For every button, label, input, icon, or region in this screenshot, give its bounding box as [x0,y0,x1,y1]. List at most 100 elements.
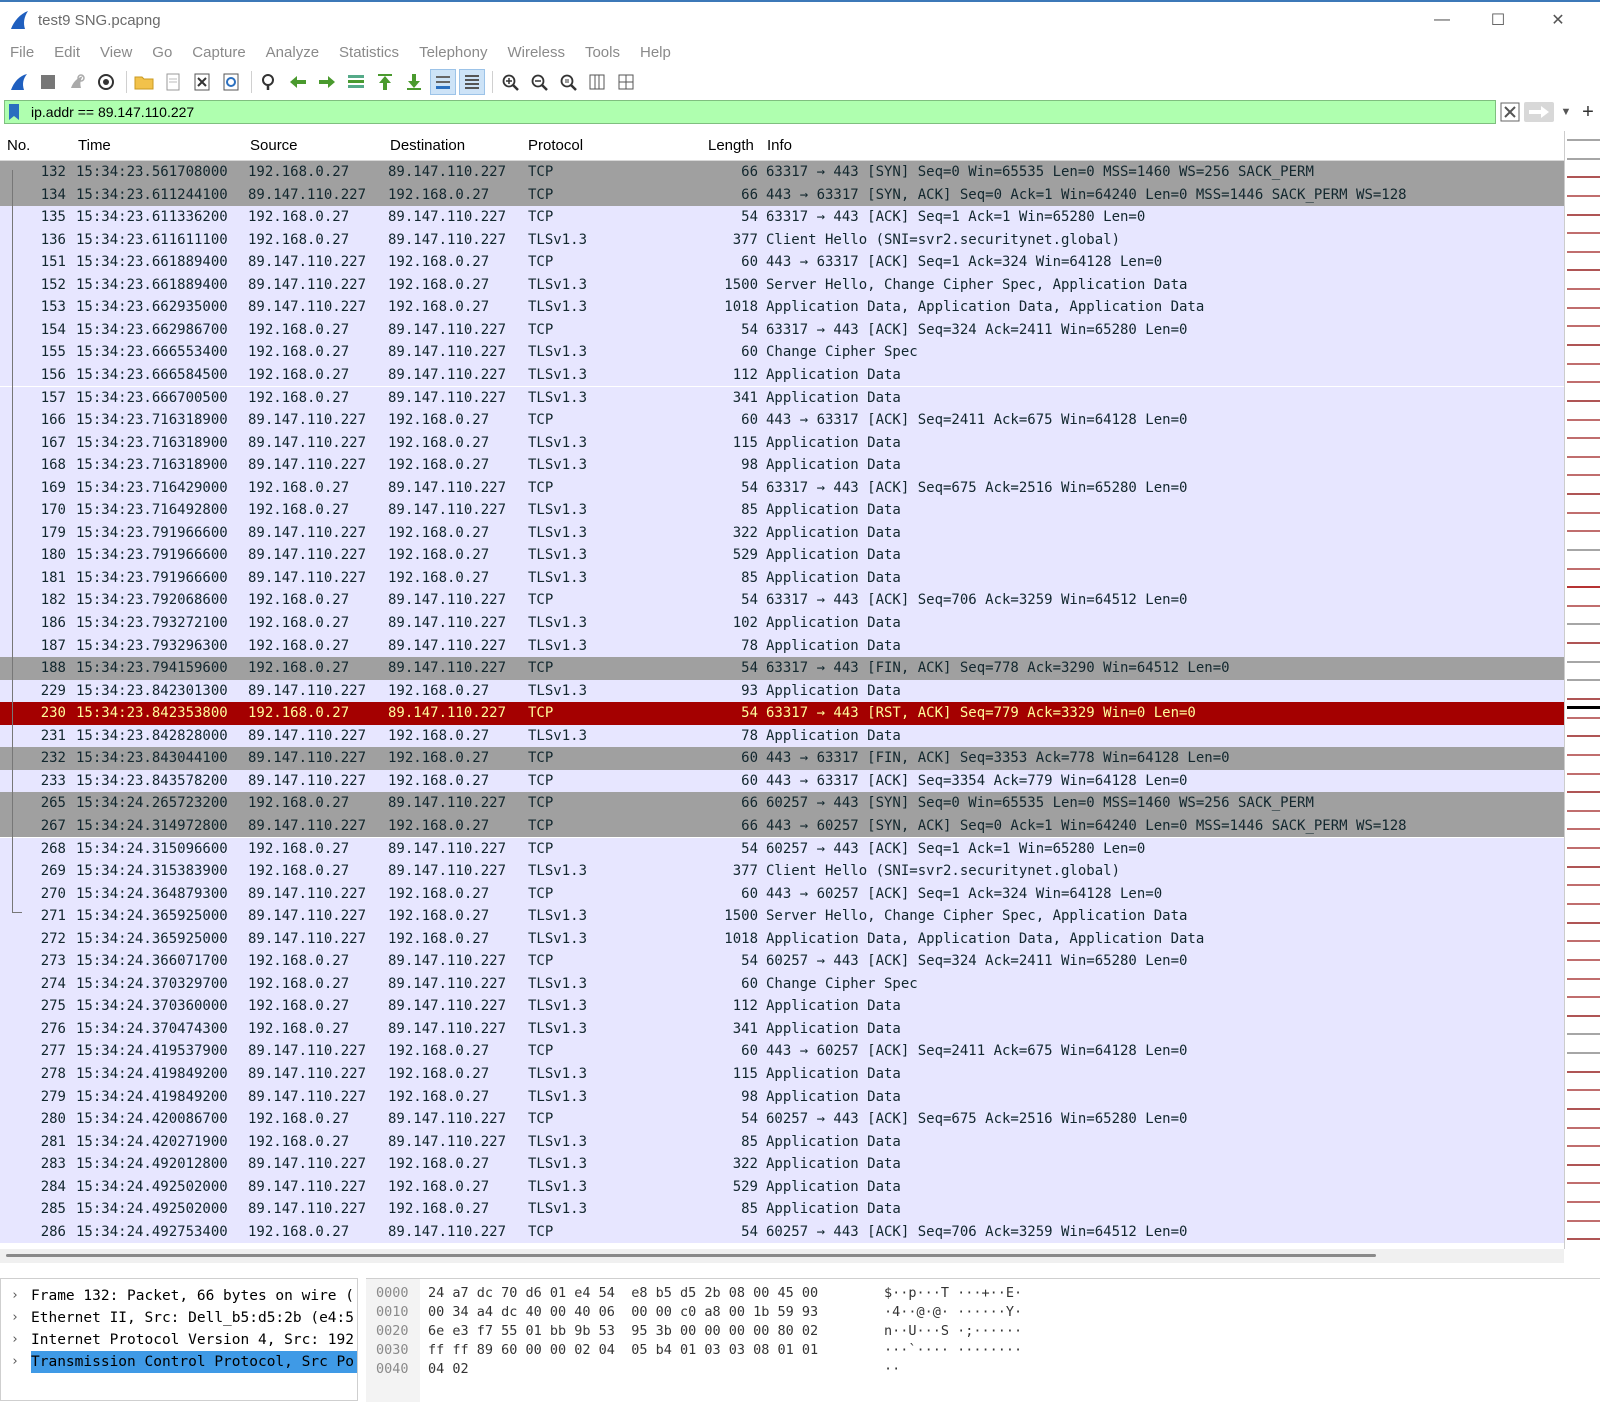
packet-row[interactable]: 268 15:34:24.315096600 192.168.0.27 89.147.… [0,837,1564,860]
packet-row[interactable]: 179 15:34:23.791966600 89.147.110.227 192.1… [0,521,1564,545]
packet-row[interactable]: 151 15:34:23.661889400 89.147.110.227 192.1… [0,251,1564,274]
apply-filter-arrow-icon[interactable] [1524,102,1554,122]
packet-row[interactable]: 229 15:34:23.842301300 89.147.110.227 192.1… [0,679,1564,703]
packet-row[interactable]: 283 15:34:24.492012800 89.147.110.227 192.1… [0,1153,1564,1176]
packet-row[interactable]: 279 15:34:24.419849200 89.147.110.227 192.1… [0,1085,1564,1109]
packet-row[interactable]: 181 15:34:23.791966600 89.147.110.227 192.1… [0,566,1564,590]
shark-fin-start-icon[interactable] [6,69,32,95]
expand-arrow-icon[interactable]: › [11,1351,19,1373]
packet-row[interactable]: 187 15:34:23.793296300 192.168.0.27 89.147.… [0,634,1564,658]
go-back-icon[interactable] [285,69,311,95]
packet-row[interactable]: 166 15:34:23.716318900 89.147.110.227 192.1… [0,409,1564,432]
packet-row[interactable]: 136 15:34:23.611611100 192.168.0.27 89.147.… [0,228,1564,252]
packet-row[interactable]: 169 15:34:23.716429000 192.168.0.27 89.147.… [0,476,1564,500]
packet-row[interactable]: 232 15:34:23.843044100 89.147.110.227 192.1… [0,747,1564,770]
filter-history-dropdown-icon[interactable]: ▼ [1558,102,1574,122]
reload-icon[interactable] [218,69,244,95]
detail-row-tcp[interactable]: › Transmission Control Protocol, Src Po [1,1351,357,1373]
stop-square-icon[interactable] [35,69,61,95]
bookmark-icon[interactable] [8,104,20,120]
packet-row[interactable]: 285 15:34:24.492502000 89.147.110.227 192.1… [0,1198,1564,1221]
menu-analyze[interactable]: Analyze [266,44,319,61]
close-button[interactable]: ✕ [1530,2,1586,38]
packet-row[interactable]: 269 15:34:24.315383900 192.168.0.27 89.147.… [0,860,1564,883]
detail-row-frame[interactable]: › Frame 132: Packet, 66 bytes on wire ( [1,1285,357,1307]
packet-row[interactable]: 134 15:34:23.611244100 89.147.110.227 192.1… [0,183,1564,207]
add-filter-button[interactable]: + [1578,100,1598,124]
packet-row[interactable]: 267 15:34:24.314972800 89.147.110.227 192.1… [0,814,1564,838]
layout-icon[interactable] [613,69,639,95]
column-header-destination[interactable]: Destination [390,137,465,154]
first-packet-icon[interactable] [372,69,398,95]
packet-row[interactable]: 157 15:34:23.666700500 192.168.0.27 89.147.… [0,386,1564,409]
maximize-button[interactable]: ☐ [1470,2,1526,38]
go-forward-icon[interactable] [314,69,340,95]
packet-row[interactable]: 180 15:34:23.791966600 89.147.110.227 192.1… [0,544,1564,567]
packet-row[interactable]: 275 15:34:24.370360000 192.168.0.27 89.147.… [0,995,1564,1018]
column-header-no[interactable]: No. [7,137,30,154]
packet-row[interactable]: 153 15:34:23.662935000 89.147.110.227 192.1… [0,296,1564,319]
zoom-in-icon[interactable] [497,69,523,95]
restart-icon[interactable] [64,69,90,95]
zoom-out-icon[interactable] [526,69,552,95]
packet-row[interactable]: 154 15:34:23.662986700 192.168.0.27 89.147.… [0,318,1564,342]
packet-row[interactable]: 276 15:34:24.370474300 192.168.0.27 89.147.… [0,1017,1564,1041]
expand-arrow-icon[interactable]: › [11,1329,19,1351]
packet-row[interactable]: 155 15:34:23.666553400 192.168.0.27 89.147.… [0,341,1564,364]
packet-row[interactable]: 265 15:34:24.265723200 192.168.0.27 89.147.… [0,792,1564,815]
menu-view[interactable]: View [100,44,132,61]
scrollbar-thumb[interactable] [6,1254,1376,1257]
go-to-packet-icon[interactable] [343,69,369,95]
save-file-icon[interactable] [160,69,186,95]
menu-tools[interactable]: Tools [585,44,620,61]
packet-row[interactable]: 271 15:34:24.365925000 89.147.110.227 192.1… [0,905,1564,928]
menu-help[interactable]: Help [640,44,671,61]
menu-capture[interactable]: Capture [192,44,245,61]
packet-row[interactable]: 152 15:34:23.661889400 89.147.110.227 192.1… [0,273,1564,297]
last-packet-icon[interactable] [401,69,427,95]
menu-edit[interactable]: Edit [54,44,80,61]
minimize-button[interactable]: — [1414,2,1470,38]
packet-row[interactable]: 274 15:34:24.370329700 192.168.0.27 89.147.… [0,972,1564,996]
packet-row[interactable]: 272 15:34:24.365925000 89.147.110.227 192.1… [0,927,1564,951]
clear-filter-icon[interactable] [1500,102,1520,122]
expand-arrow-icon[interactable]: › [11,1307,19,1329]
menu-wireless[interactable]: Wireless [507,44,565,61]
packet-row[interactable]: 284 15:34:24.492502000 89.147.110.227 192.1… [0,1175,1564,1199]
packet-row[interactable]: 233 15:34:23.843578200 89.147.110.227 192.1… [0,769,1564,793]
find-icon[interactable] [256,69,282,95]
capture-options-icon[interactable] [93,69,119,95]
packet-row[interactable]: 186 15:34:23.793272100 192.168.0.27 89.147.… [0,612,1564,635]
packet-row[interactable]: 273 15:34:24.366071700 192.168.0.27 89.147.… [0,950,1564,973]
packet-row[interactable]: 135 15:34:23.611336200 192.168.0.27 89.147.… [0,206,1564,229]
packet-row[interactable]: 156 15:34:23.666584500 192.168.0.27 89.147.… [0,363,1564,387]
packet-row[interactable]: 132 15:34:23.561708000 192.168.0.27 89.147.… [0,161,1564,184]
column-header-info[interactable]: Info [767,137,792,154]
column-header-time[interactable]: Time [78,137,111,154]
menu-statistics[interactable]: Statistics [339,44,399,61]
column-header-protocol[interactable]: Protocol [528,137,583,154]
packet-row[interactable]: 280 15:34:24.420086700 192.168.0.27 89.147.… [0,1108,1564,1131]
menu-file[interactable]: File [10,44,34,61]
packet-row[interactable]: 168 15:34:23.716318900 89.147.110.227 192.1… [0,454,1564,477]
packet-row[interactable]: 231 15:34:23.842828000 89.147.110.227 192.1… [0,724,1564,748]
packet-row[interactable]: 230 15:34:23.842353800 192.168.0.27 89.147.… [0,702,1564,725]
colorize-icon[interactable] [459,69,485,95]
detail-row-ethernet[interactable]: › Ethernet II, Src: Dell_b5:d5:2b (e4:5 [1,1307,357,1329]
packet-row[interactable]: 170 15:34:23.716492800 192.168.0.27 89.147.… [0,499,1564,522]
packet-row[interactable]: 286 15:34:24.492753400 192.168.0.27 89.147.… [0,1220,1564,1244]
resize-columns-icon[interactable] [584,69,610,95]
menu-go[interactable]: Go [152,44,172,61]
close-file-icon[interactable] [189,69,215,95]
horizontal-scrollbar[interactable] [0,1249,1564,1263]
packet-row[interactable]: 281 15:34:24.420271900 192.168.0.27 89.147.… [0,1130,1564,1154]
packet-row[interactable]: 278 15:34:24.419849200 89.147.110.227 192.1… [0,1063,1564,1086]
column-header-source[interactable]: Source [250,137,298,154]
autoscroll-icon[interactable] [430,69,456,95]
menu-telephony[interactable]: Telephony [419,44,487,61]
expand-arrow-icon[interactable]: › [11,1285,19,1307]
packet-row[interactable]: 277 15:34:24.419537900 89.147.110.227 192.1… [0,1040,1564,1063]
packet-row[interactable]: 167 15:34:23.716318900 89.147.110.227 192.1… [0,431,1564,455]
packet-minimap[interactable] [1564,131,1600,1249]
zoom-normal-icon[interactable] [555,69,581,95]
